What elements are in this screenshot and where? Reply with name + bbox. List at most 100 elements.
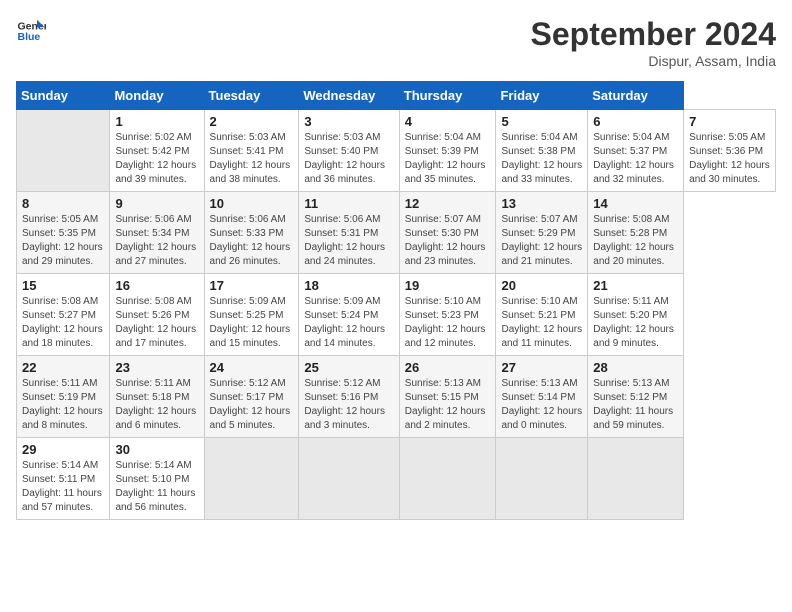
calendar-cell — [496, 438, 588, 520]
day-number: 16 — [115, 278, 198, 293]
day-number: 10 — [210, 196, 294, 211]
day-number: 13 — [501, 196, 582, 211]
calendar-cell: 6 Sunrise: 5:04 AM Sunset: 5:37 PM Dayli… — [588, 110, 684, 192]
week-row-2: 8 Sunrise: 5:05 AM Sunset: 5:35 PM Dayli… — [17, 192, 776, 274]
day-info: Sunrise: 5:12 AM Sunset: 5:17 PM Dayligh… — [210, 377, 294, 433]
day-info: Sunrise: 5:07 AM Sunset: 5:29 PM Dayligh… — [501, 213, 582, 269]
day-info: Sunrise: 5:11 AM Sunset: 5:18 PM Dayligh… — [115, 377, 198, 433]
day-info: Sunrise: 5:04 AM Sunset: 5:38 PM Dayligh… — [501, 131, 582, 187]
day-number: 5 — [501, 114, 582, 129]
calendar-cell: 1 Sunrise: 5:02 AM Sunset: 5:42 PM Dayli… — [110, 110, 204, 192]
day-info: Sunrise: 5:06 AM Sunset: 5:31 PM Dayligh… — [304, 213, 393, 269]
calendar-cell: 11 Sunrise: 5:06 AM Sunset: 5:31 PM Dayl… — [299, 192, 399, 274]
day-info: Sunrise: 5:14 AM Sunset: 5:11 PM Dayligh… — [22, 459, 104, 515]
day-number: 20 — [501, 278, 582, 293]
calendar-cell: 28 Sunrise: 5:13 AM Sunset: 5:12 PM Dayl… — [588, 356, 684, 438]
day-number: 6 — [593, 114, 678, 129]
day-info: Sunrise: 5:09 AM Sunset: 5:24 PM Dayligh… — [304, 295, 393, 351]
day-number: 30 — [115, 442, 198, 457]
calendar-cell: 23 Sunrise: 5:11 AM Sunset: 5:18 PM Dayl… — [110, 356, 204, 438]
day-info: Sunrise: 5:08 AM Sunset: 5:28 PM Dayligh… — [593, 213, 678, 269]
calendar-cell: 8 Sunrise: 5:05 AM Sunset: 5:35 PM Dayli… — [17, 192, 110, 274]
day-header-monday: Monday — [110, 82, 204, 110]
calendar-cell: 27 Sunrise: 5:13 AM Sunset: 5:14 PM Dayl… — [496, 356, 588, 438]
day-number: 2 — [210, 114, 294, 129]
day-number: 23 — [115, 360, 198, 375]
calendar-cell: 29 Sunrise: 5:14 AM Sunset: 5:11 PM Dayl… — [17, 438, 110, 520]
day-header-tuesday: Tuesday — [204, 82, 299, 110]
day-info: Sunrise: 5:09 AM Sunset: 5:25 PM Dayligh… — [210, 295, 294, 351]
day-info: Sunrise: 5:02 AM Sunset: 5:42 PM Dayligh… — [115, 131, 198, 187]
day-info: Sunrise: 5:03 AM Sunset: 5:40 PM Dayligh… — [304, 131, 393, 187]
day-header-saturday: Saturday — [588, 82, 684, 110]
day-number: 18 — [304, 278, 393, 293]
day-header-friday: Friday — [496, 82, 588, 110]
calendar-cell: 15 Sunrise: 5:08 AM Sunset: 5:27 PM Dayl… — [17, 274, 110, 356]
page-header: General Blue September 2024 Dispur, Assa… — [16, 16, 776, 69]
calendar-cell — [204, 438, 299, 520]
calendar-cell — [299, 438, 399, 520]
calendar-cell: 14 Sunrise: 5:08 AM Sunset: 5:28 PM Dayl… — [588, 192, 684, 274]
day-info: Sunrise: 5:06 AM Sunset: 5:34 PM Dayligh… — [115, 213, 198, 269]
day-info: Sunrise: 5:11 AM Sunset: 5:19 PM Dayligh… — [22, 377, 104, 433]
calendar-cell: 30 Sunrise: 5:14 AM Sunset: 5:10 PM Dayl… — [110, 438, 204, 520]
calendar-cell: 4 Sunrise: 5:04 AM Sunset: 5:39 PM Dayli… — [399, 110, 496, 192]
day-number: 24 — [210, 360, 294, 375]
calendar-cell: 7 Sunrise: 5:05 AM Sunset: 5:36 PM Dayli… — [684, 110, 776, 192]
calendar-cell: 13 Sunrise: 5:07 AM Sunset: 5:29 PM Dayl… — [496, 192, 588, 274]
day-info: Sunrise: 5:10 AM Sunset: 5:23 PM Dayligh… — [405, 295, 491, 351]
calendar-cell: 2 Sunrise: 5:03 AM Sunset: 5:41 PM Dayli… — [204, 110, 299, 192]
day-number: 7 — [689, 114, 770, 129]
calendar-cell: 10 Sunrise: 5:06 AM Sunset: 5:33 PM Dayl… — [204, 192, 299, 274]
day-header-wednesday: Wednesday — [299, 82, 399, 110]
day-info: Sunrise: 5:04 AM Sunset: 5:37 PM Dayligh… — [593, 131, 678, 187]
calendar-cell: 12 Sunrise: 5:07 AM Sunset: 5:30 PM Dayl… — [399, 192, 496, 274]
calendar-cell: 20 Sunrise: 5:10 AM Sunset: 5:21 PM Dayl… — [496, 274, 588, 356]
day-number: 8 — [22, 196, 104, 211]
calendar-cell: 24 Sunrise: 5:12 AM Sunset: 5:17 PM Dayl… — [204, 356, 299, 438]
calendar-cell: 26 Sunrise: 5:13 AM Sunset: 5:15 PM Dayl… — [399, 356, 496, 438]
day-info: Sunrise: 5:05 AM Sunset: 5:35 PM Dayligh… — [22, 213, 104, 269]
day-info: Sunrise: 5:04 AM Sunset: 5:39 PM Dayligh… — [405, 131, 491, 187]
day-info: Sunrise: 5:08 AM Sunset: 5:26 PM Dayligh… — [115, 295, 198, 351]
day-number: 11 — [304, 196, 393, 211]
day-number: 17 — [210, 278, 294, 293]
calendar-cell: 19 Sunrise: 5:10 AM Sunset: 5:23 PM Dayl… — [399, 274, 496, 356]
day-number: 25 — [304, 360, 393, 375]
day-number: 27 — [501, 360, 582, 375]
calendar-cell: 25 Sunrise: 5:12 AM Sunset: 5:16 PM Dayl… — [299, 356, 399, 438]
month-title: September 2024 — [531, 16, 776, 53]
day-number: 12 — [405, 196, 491, 211]
day-number: 29 — [22, 442, 104, 457]
day-number: 19 — [405, 278, 491, 293]
day-info: Sunrise: 5:11 AM Sunset: 5:20 PM Dayligh… — [593, 295, 678, 351]
day-info: Sunrise: 5:10 AM Sunset: 5:21 PM Dayligh… — [501, 295, 582, 351]
calendar-cell: 17 Sunrise: 5:09 AM Sunset: 5:25 PM Dayl… — [204, 274, 299, 356]
day-info: Sunrise: 5:13 AM Sunset: 5:15 PM Dayligh… — [405, 377, 491, 433]
day-number: 22 — [22, 360, 104, 375]
day-number: 14 — [593, 196, 678, 211]
calendar-cell — [588, 438, 684, 520]
week-row-4: 22 Sunrise: 5:11 AM Sunset: 5:19 PM Dayl… — [17, 356, 776, 438]
day-info: Sunrise: 5:13 AM Sunset: 5:12 PM Dayligh… — [593, 377, 678, 433]
calendar-cell — [17, 110, 110, 192]
calendar-cell: 3 Sunrise: 5:03 AM Sunset: 5:40 PM Dayli… — [299, 110, 399, 192]
day-info: Sunrise: 5:03 AM Sunset: 5:41 PM Dayligh… — [210, 131, 294, 187]
day-number: 21 — [593, 278, 678, 293]
day-number: 26 — [405, 360, 491, 375]
week-row-1: 1 Sunrise: 5:02 AM Sunset: 5:42 PM Dayli… — [17, 110, 776, 192]
calendar-cell: 9 Sunrise: 5:06 AM Sunset: 5:34 PM Dayli… — [110, 192, 204, 274]
day-info: Sunrise: 5:13 AM Sunset: 5:14 PM Dayligh… — [501, 377, 582, 433]
day-info: Sunrise: 5:07 AM Sunset: 5:30 PM Dayligh… — [405, 213, 491, 269]
calendar-cell: 21 Sunrise: 5:11 AM Sunset: 5:20 PM Dayl… — [588, 274, 684, 356]
location-subtitle: Dispur, Assam, India — [531, 53, 776, 69]
day-header-sunday: Sunday — [17, 82, 110, 110]
day-number: 1 — [115, 114, 198, 129]
calendar-cell: 16 Sunrise: 5:08 AM Sunset: 5:26 PM Dayl… — [110, 274, 204, 356]
week-row-5: 29 Sunrise: 5:14 AM Sunset: 5:11 PM Dayl… — [17, 438, 776, 520]
calendar-cell: 5 Sunrise: 5:04 AM Sunset: 5:38 PM Dayli… — [496, 110, 588, 192]
day-number: 15 — [22, 278, 104, 293]
day-header-thursday: Thursday — [399, 82, 496, 110]
logo: General Blue — [16, 16, 46, 46]
day-number: 9 — [115, 196, 198, 211]
